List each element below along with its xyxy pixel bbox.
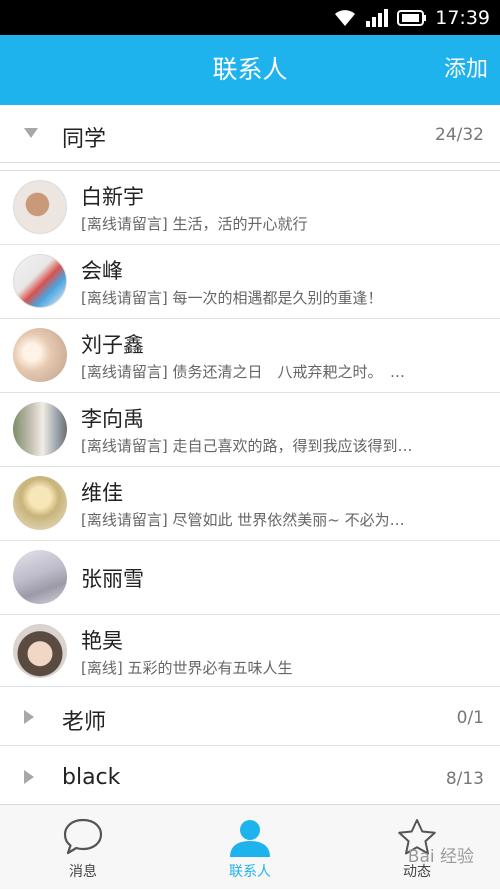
chat-bubble-icon bbox=[63, 818, 103, 855]
tab-label: 联系人 bbox=[229, 864, 271, 880]
status-bar: 17:39 bbox=[0, 0, 500, 35]
contact-item[interactable]: 张丽雪 bbox=[0, 541, 500, 615]
avatar bbox=[13, 402, 67, 456]
contact-name: 白新宇 bbox=[81, 185, 144, 209]
contact-signature: [离线请留言] 每一次的相遇都是久别的重逢！ bbox=[81, 289, 383, 307]
group-teachers[interactable]: 老师 0/1 bbox=[0, 688, 500, 746]
chevron-right-icon bbox=[24, 710, 34, 724]
add-button[interactable]: 添加 bbox=[444, 35, 488, 105]
chevron-down-icon bbox=[24, 128, 38, 138]
contact-item[interactable]: 艳昊 [离线] 五彩的世界必有五味人生 bbox=[0, 615, 500, 687]
tab-contacts[interactable]: 联系人 bbox=[167, 805, 333, 890]
contact-name: 刘子鑫 bbox=[81, 333, 144, 357]
avatar bbox=[13, 328, 67, 382]
watermark: Bai 经验 bbox=[407, 847, 474, 867]
contact-signature: [离线请留言] 债务还清之日 八戒弃耙之时。 … bbox=[81, 363, 405, 381]
group-count: 8/13 bbox=[445, 769, 484, 789]
contact-item[interactable]: 白新宇 [离线请留言] 生活，活的开心就行 bbox=[0, 171, 500, 245]
chevron-right-icon bbox=[24, 770, 34, 784]
group-name: 同学 bbox=[62, 127, 107, 152]
wifi-icon bbox=[335, 10, 356, 26]
header: 联系人 添加 bbox=[0, 35, 500, 105]
contact-name: 张丽雪 bbox=[81, 567, 144, 591]
contact-item[interactable]: 维佳 [离线请留言] 尽管如此 世界依然美丽~ 不必为… bbox=[0, 467, 500, 541]
contact-item[interactable]: 会峰 [离线请留言] 每一次的相遇都是久别的重逢！ bbox=[0, 245, 500, 319]
contact-name: 会峰 bbox=[81, 259, 123, 283]
person-icon bbox=[230, 820, 270, 857]
group-name: 老师 bbox=[62, 710, 107, 735]
contact-name: 维佳 bbox=[81, 481, 123, 505]
avatar bbox=[13, 476, 67, 530]
contact-name: 艳昊 bbox=[81, 629, 123, 653]
tab-messages[interactable]: 消息 bbox=[0, 805, 166, 890]
tab-label: 消息 bbox=[69, 864, 97, 880]
contact-signature: [离线请留言] 走自己喜欢的路，得到我应该得到… bbox=[81, 437, 413, 455]
group-count: 24/32 bbox=[435, 125, 484, 145]
group-count: 0/1 bbox=[456, 708, 484, 728]
battery-icon bbox=[397, 10, 427, 26]
group-black[interactable]: black 8/13 bbox=[0, 750, 500, 804]
group-classmates[interactable]: 同学 24/32 bbox=[0, 105, 500, 162]
contact-signature: [离线] 五彩的世界必有五味人生 bbox=[81, 659, 293, 677]
divider bbox=[0, 162, 500, 163]
status-icons: 17:39 bbox=[333, 6, 490, 30]
page-title: 联系人 bbox=[212, 55, 288, 84]
avatar bbox=[13, 624, 67, 678]
avatar bbox=[13, 550, 67, 604]
contact-item[interactable]: 刘子鑫 [离线请留言] 债务还清之日 八戒弃耙之时。 … bbox=[0, 319, 500, 393]
group-name: black bbox=[62, 765, 121, 790]
contact-signature: [离线请留言] 尽管如此 世界依然美丽~ 不必为… bbox=[81, 511, 405, 529]
status-time: 17:39 bbox=[435, 7, 490, 29]
avatar bbox=[13, 254, 67, 308]
avatar bbox=[13, 180, 67, 234]
contact-item[interactable]: 李向禹 [离线请留言] 走自己喜欢的路，得到我应该得到… bbox=[0, 393, 500, 467]
signal-icon bbox=[366, 9, 389, 27]
contact-signature: [离线请留言] 生活，活的开心就行 bbox=[81, 215, 308, 233]
contact-name: 李向禹 bbox=[81, 407, 144, 431]
